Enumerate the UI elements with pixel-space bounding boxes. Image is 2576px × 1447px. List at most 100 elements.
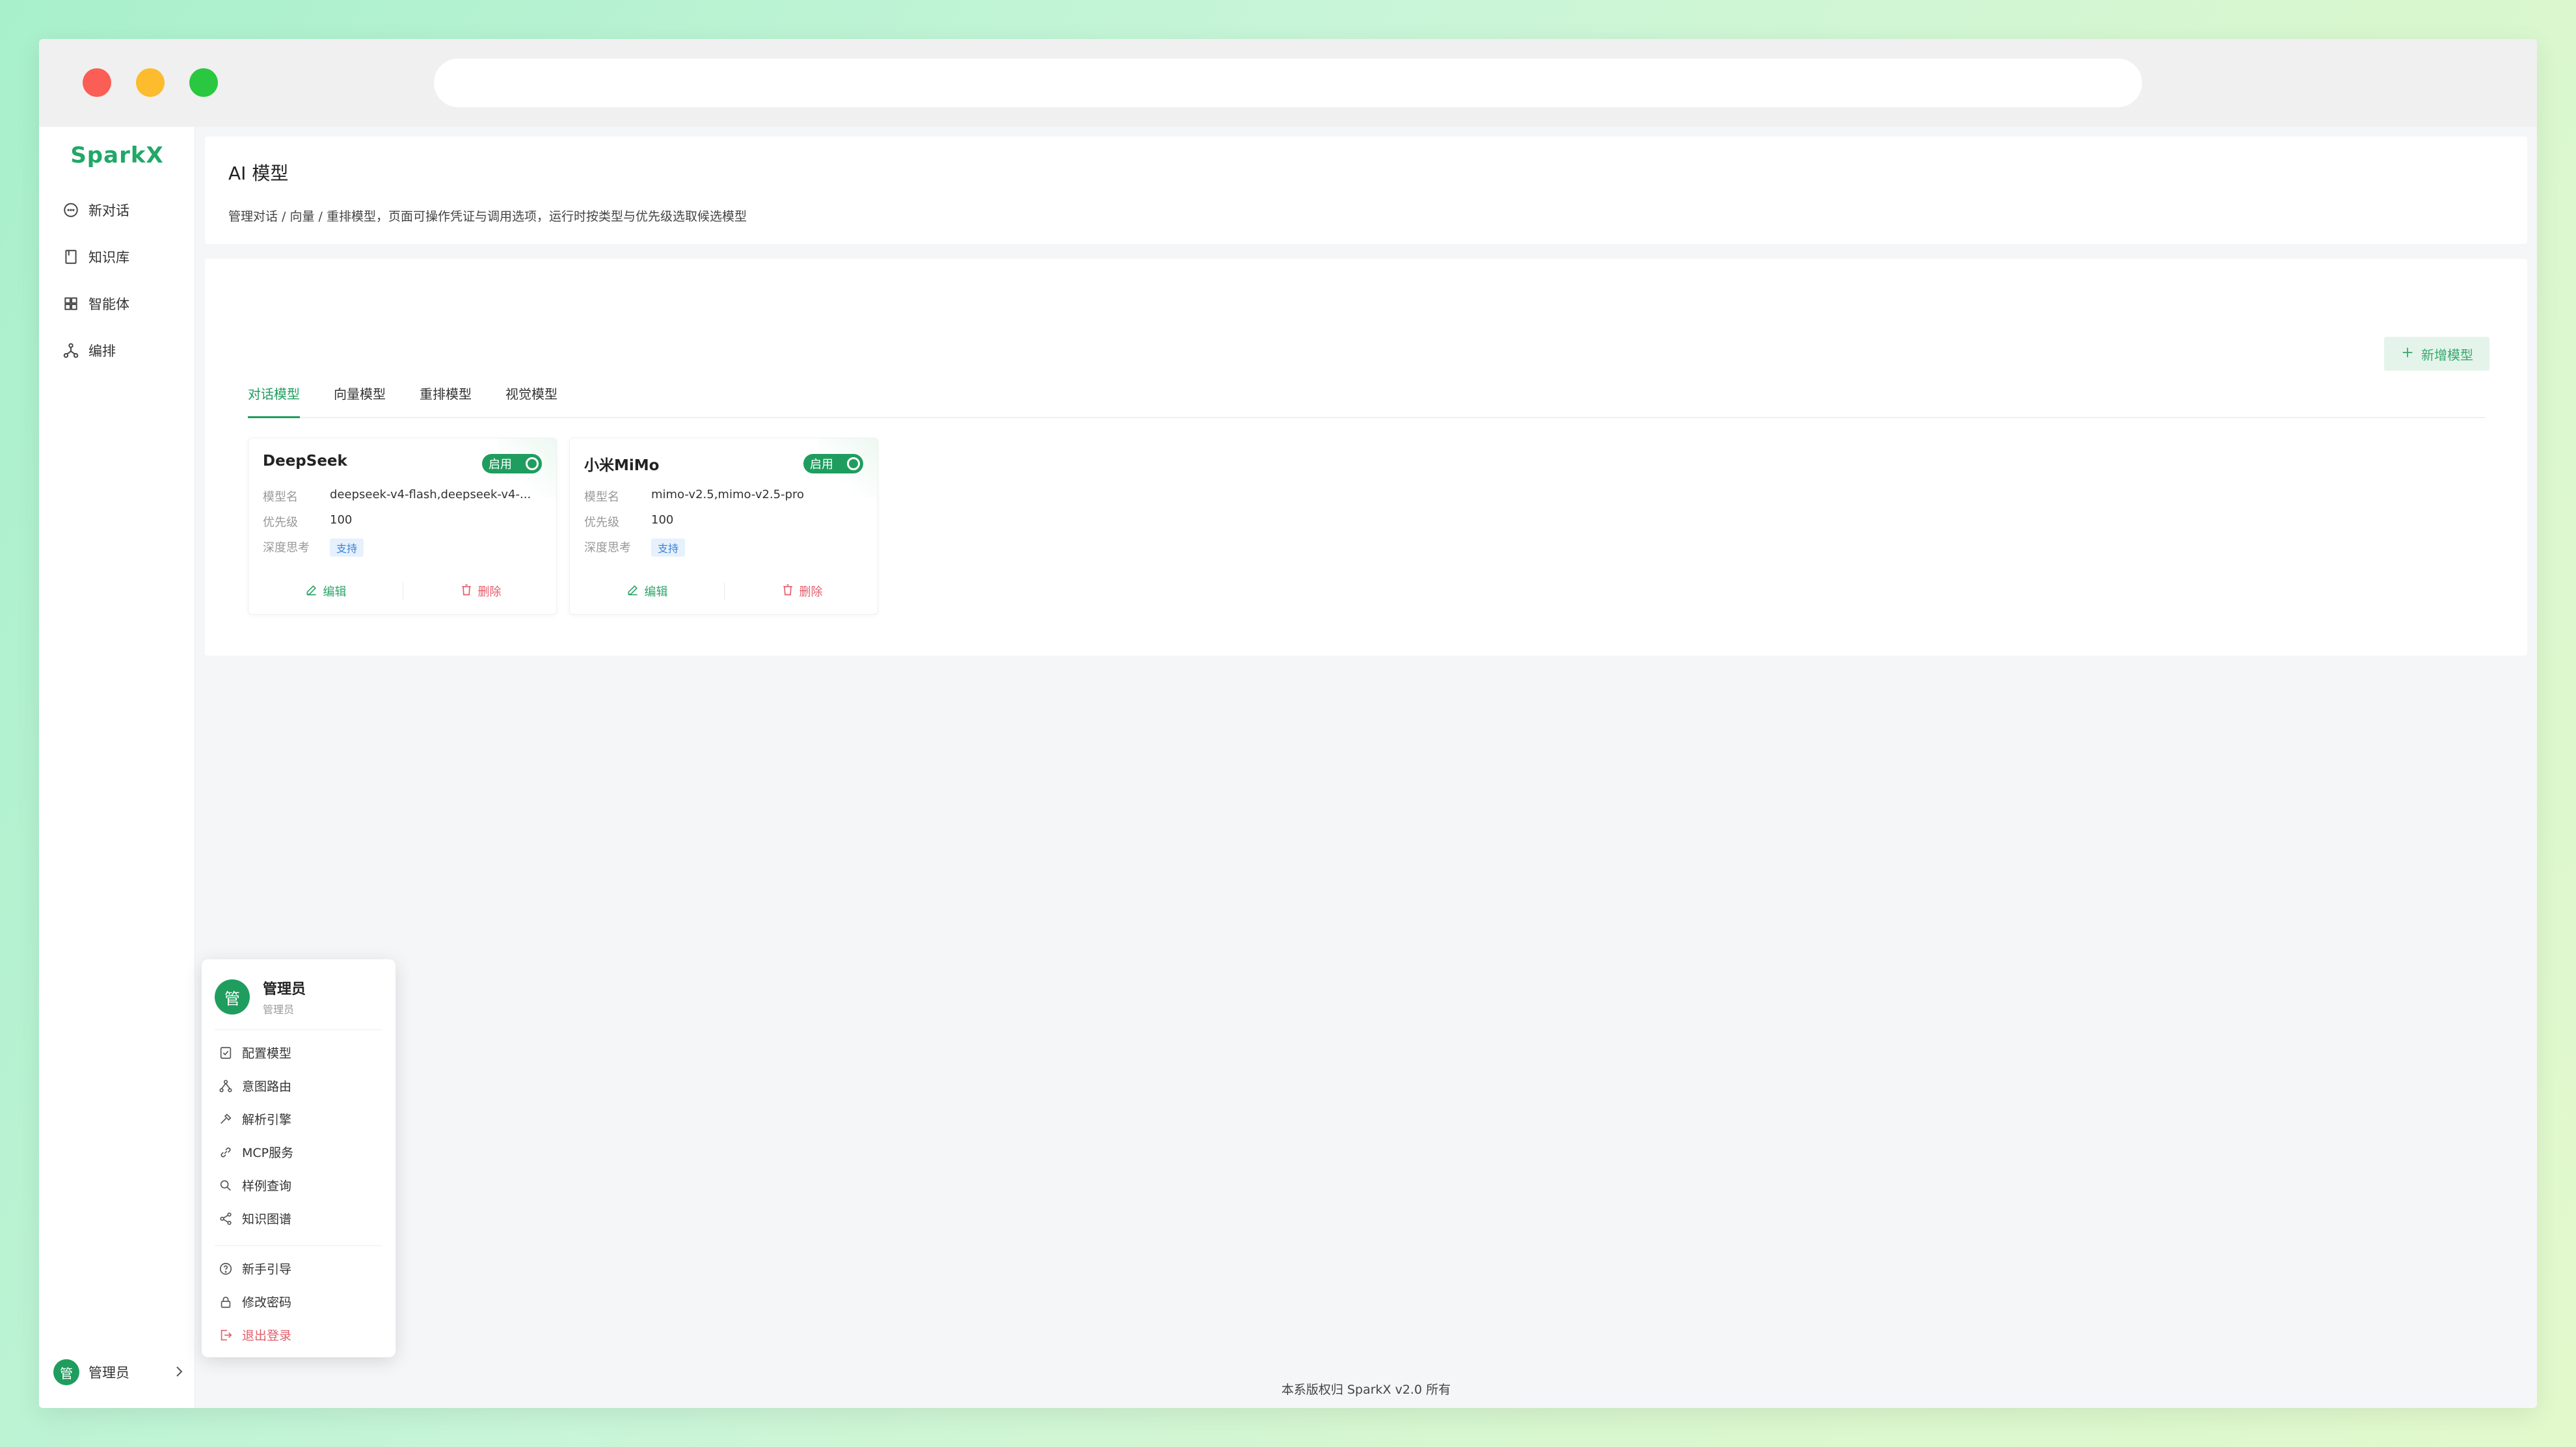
field-label: 模型名 [263,490,298,504]
menu-item-label: 意图路由 [242,1080,292,1094]
delete-model-button[interactable]: 删除 [403,583,556,600]
search-icon [219,1178,233,1193]
page-subtitle: 管理对话 / 向量 / 重排模型，页面可操作凭证与调用选项，运行时按类型与优先级… [228,209,747,224]
models-panel: 新增模型 对话模型 向量模型 重排模型 视觉模型 DeepSeek 启用 模型名… [205,259,2527,656]
field-label: 深度思考 [584,541,631,555]
book-icon [62,248,79,265]
model-field-row: 模型名 deepseek-v4-flash,deepseek-v4-... [263,488,538,505]
menu-item-config-model[interactable]: 配置模型 [219,1044,291,1061]
menu-item-label: 配置模型 [242,1046,292,1061]
maximize-window-button[interactable] [189,68,218,97]
menu-item-mcp-service[interactable]: MCP服务 [219,1143,293,1161]
sidebar: SparkX 新对话 知识库 智能体 编排 管 管理员 [39,127,195,1408]
browser-window: SparkX 新对话 知识库 智能体 编排 管 管理员 AI 模型 管理对话 /… [39,39,2537,1408]
enable-toggle[interactable]: 启用 [482,454,542,473]
minimize-window-button[interactable] [136,68,165,97]
model-card-deepseek: DeepSeek 启用 模型名 deepseek-v4-flash,deepse… [248,438,557,615]
sidebar-item-label: 知识库 [88,250,129,265]
field-value: mimo-v2.5,mimo-v2.5-pro [651,488,805,501]
tab-embedding-models[interactable]: 向量模型 [334,376,386,417]
field-value: deepseek-v4-flash,deepseek-v4-... [330,488,531,501]
trash-icon [460,583,473,600]
config-icon [219,1046,233,1060]
add-model-button[interactable]: 新增模型 [2384,337,2489,371]
model-card-name: DeepSeek [263,453,347,470]
menu-item-change-password[interactable]: 修改密码 [219,1293,291,1310]
menu-item-label: 解析引擎 [242,1113,292,1127]
avatar: 管 [53,1359,79,1385]
menu-item-intent-routing[interactable]: 意图路由 [219,1077,291,1095]
model-field-row: 优先级 100 [584,513,859,530]
delete-model-button[interactable]: 删除 [725,583,878,600]
sidebar-item-label: 新对话 [88,203,129,219]
sidebar-item-workflow[interactable]: 编排 [62,332,186,369]
edit-model-button[interactable]: 编辑 [248,583,403,600]
toggle-label: 启用 [489,458,512,471]
sidebar-item-label: 编排 [88,343,116,359]
field-value: 100 [330,513,353,527]
edit-label: 编辑 [644,585,668,599]
window-titlebar [39,39,2537,127]
field-label: 优先级 [584,516,619,529]
menu-item-parse-engine[interactable]: 解析引擎 [219,1110,291,1128]
pencil-icon [626,583,639,600]
menu-item-label: 退出登录 [242,1329,292,1343]
model-field-row: 模型名 mimo-v2.5,mimo-v2.5-pro [584,488,859,505]
trash-icon [781,583,794,600]
sidebar-item-new-chat[interactable]: 新对话 [62,192,186,228]
share-icon [219,1212,233,1226]
menu-item-label: 样例查询 [242,1179,292,1193]
field-label: 优先级 [263,516,298,529]
toggle-knob [526,457,539,470]
field-label: 深度思考 [263,541,310,555]
toggle-knob [847,457,860,470]
tab-vision-models[interactable]: 视觉模型 [505,376,557,417]
menu-item-label: 知识图谱 [242,1212,292,1227]
tab-chat-models[interactable]: 对话模型 [248,376,300,418]
field-label: 模型名 [584,490,619,504]
model-field-row: 优先级 100 [263,513,538,530]
address-bar[interactable] [434,59,2142,107]
avatar: 管 [215,979,250,1015]
logout-icon [219,1328,233,1342]
sidebar-item-knowledge[interactable]: 知识库 [62,239,186,275]
grid-icon [62,295,79,312]
help-icon [219,1262,233,1276]
menu-item-onboarding[interactable]: 新手引导 [219,1260,291,1277]
model-field-row: 深度思考 支持 [263,538,364,557]
model-card-name: 小米MiMo [584,457,660,474]
close-window-button[interactable] [83,68,111,97]
enable-toggle[interactable]: 启用 [803,454,863,473]
menu-item-knowledge-graph[interactable]: 知识图谱 [219,1210,291,1227]
lock-icon [219,1295,233,1309]
model-card-mimo: 小米MiMo 启用 模型名 mimo-v2.5,mimo-v2.5-pro 优先… [569,438,878,615]
page-title: AI 模型 [228,163,289,184]
edit-model-button[interactable]: 编辑 [570,583,724,600]
tab-rerank-models[interactable]: 重排模型 [420,376,472,417]
toggle-label: 启用 [810,458,833,471]
menu-item-label: 新手引导 [242,1262,292,1277]
hammer-icon [219,1112,233,1126]
delete-label: 删除 [799,585,823,599]
app-logo[interactable]: SparkX [39,142,195,168]
add-model-label: 新增模型 [2421,347,2473,363]
model-type-tabs: 对话模型 向量模型 重排模型 视觉模型 [248,376,2486,418]
sidebar-user-name: 管理员 [88,1365,129,1381]
chat-icon [62,202,79,219]
edit-label: 编辑 [323,585,347,599]
pencil-icon [305,583,318,600]
sidebar-item-agents[interactable]: 智能体 [62,285,186,322]
sidebar-user-menu[interactable]: 管 管理员 [53,1356,187,1388]
deep-thinking-badge: 支持 [651,538,686,557]
menu-item-logout[interactable]: 退出登录 [219,1326,291,1344]
sidebar-item-label: 智能体 [88,297,129,312]
menu-item-sample-query[interactable]: 样例查询 [219,1176,291,1194]
dropdown-user-name: 管理员 [263,981,306,998]
user-dropdown-menu: 管 管理员 管理员 配置模型 意图路由 解析引擎 MCP服务 样例查询 知识图谱… [202,959,396,1357]
deep-thinking-badge: 支持 [330,538,364,557]
dropdown-user-role: 管理员 [263,1003,295,1016]
link-icon [219,1145,233,1160]
chevron-right-icon [171,1364,187,1379]
delete-label: 删除 [477,585,502,599]
workflow-icon [62,342,79,359]
